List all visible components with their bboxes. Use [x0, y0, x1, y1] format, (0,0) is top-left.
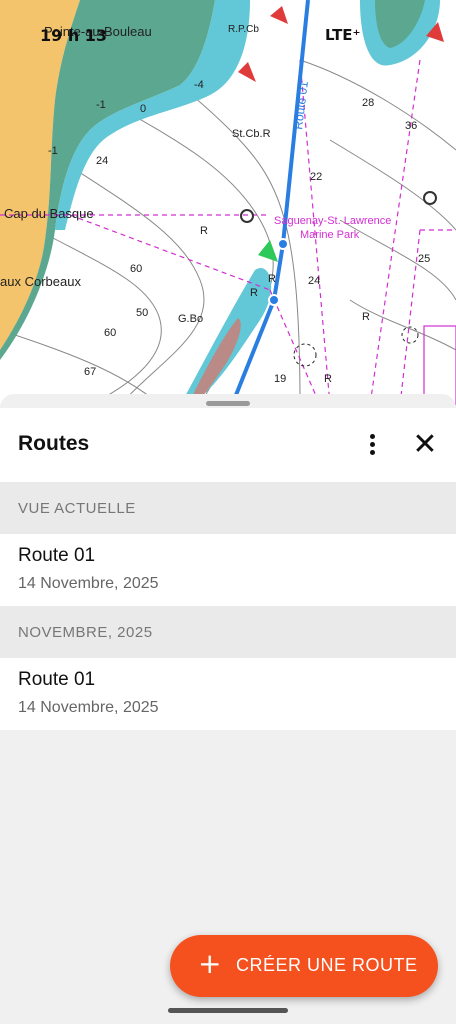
network-indicator: LTE⁺: [325, 26, 361, 44]
sounding: 50: [136, 307, 148, 319]
status-bar: 19 h 13 LTE⁺: [0, 26, 456, 50]
map-label: Cap du Basque: [4, 206, 94, 221]
routes-sheet: Routes ✕ VUE ACTUELLE Route 01 14 Novemb…: [0, 394, 456, 1024]
sounding: R: [362, 311, 370, 323]
sounding: 67: [84, 366, 96, 378]
sheet-header: Routes ✕: [0, 408, 456, 482]
sounding: 36: [405, 120, 417, 132]
sounding: 19: [274, 373, 286, 385]
map-label: aux Corbeaux: [0, 274, 81, 289]
route-list-item[interactable]: Route 01 14 Novembre, 2025: [0, 534, 456, 606]
sounding: 25: [418, 253, 430, 265]
nautical-chart[interactable]: Pointe-au-Bouleau Cap du Basque aux Corb…: [0, 0, 456, 405]
route-name: Route 01: [18, 545, 96, 566]
page-title: Routes: [18, 432, 90, 455]
sounding: 24: [96, 155, 108, 167]
status-time: 19 h 13: [40, 26, 108, 45]
home-indicator[interactable]: [168, 1008, 288, 1013]
drag-handle[interactable]: [206, 401, 250, 406]
map-label: Marine Park: [300, 229, 360, 241]
close-icon[interactable]: ✕: [410, 430, 440, 461]
sounding: 28: [362, 97, 374, 109]
route-name: Route 01: [18, 669, 96, 690]
sounding: -1: [96, 99, 106, 111]
sounding: R: [268, 273, 276, 285]
chart-canvas[interactable]: Pointe-au-Bouleau Cap du Basque aux Corb…: [0, 0, 456, 405]
sounding: -1: [48, 145, 58, 157]
sounding: 0: [140, 103, 146, 115]
create-route-button[interactable]: + CRÉER UNE ROUTE: [170, 935, 438, 997]
more-vert-icon[interactable]: [358, 432, 386, 460]
map-label: St.Cb.R: [232, 128, 271, 140]
sounding: -4: [194, 79, 204, 91]
route-list-item[interactable]: Route 01 14 Novembre, 2025: [0, 658, 456, 730]
route-date: 14 Novembre, 2025: [18, 575, 159, 592]
sounding: 24: [308, 275, 320, 287]
route-date: 14 Novembre, 2025: [18, 699, 159, 716]
map-label: G.Bo: [178, 313, 203, 325]
sounding: 60: [104, 327, 116, 339]
sounding: R: [324, 373, 332, 385]
map-label: Saguenay-St. Lawrence: [274, 215, 391, 227]
section-header-current-view: VUE ACTUELLE: [0, 482, 456, 534]
section-header-november: NOVEMBRE, 2025: [0, 606, 456, 658]
create-route-label: CRÉER UNE ROUTE: [236, 955, 418, 975]
sounding: 60: [130, 263, 142, 275]
section-header-label: NOVEMBRE, 2025: [18, 624, 153, 641]
section-header-label: VUE ACTUELLE: [18, 500, 136, 517]
sounding: 22: [310, 171, 322, 183]
sounding: R: [250, 287, 258, 299]
plus-icon: +: [198, 947, 222, 980]
sounding: R: [200, 225, 208, 237]
